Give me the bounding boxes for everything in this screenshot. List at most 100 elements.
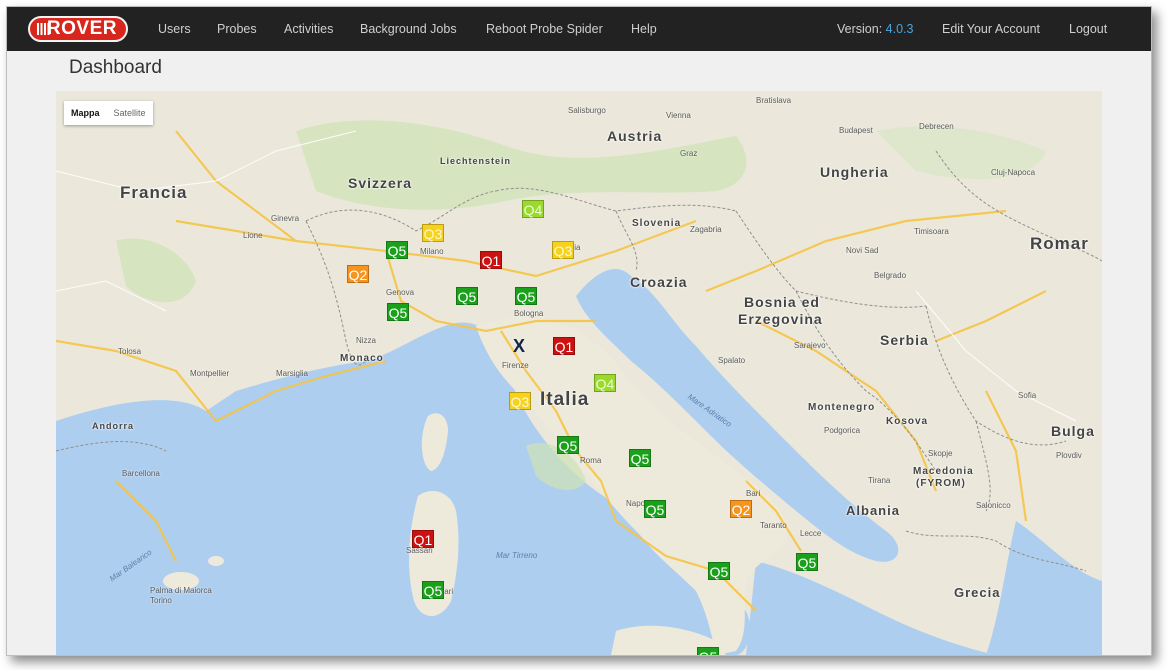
map-type-map[interactable]: Mappa (64, 101, 107, 125)
country-label: Austria (607, 128, 663, 144)
city-label: Debrecen (919, 122, 954, 131)
city-label: Milano (420, 247, 444, 256)
probe-marker[interactable]: Q5 (708, 562, 730, 580)
probe-marker[interactable]: Q5 (644, 500, 666, 518)
country-label: Grecia (954, 585, 1001, 600)
city-label: Roma (580, 456, 602, 465)
city-label: Genova (386, 288, 415, 297)
city-label: Barcellona (122, 469, 160, 478)
country-label: Francia (120, 183, 188, 202)
map-type-toggle: Mappa Satellite (64, 101, 153, 125)
country-label: Croazia (630, 274, 688, 290)
probe-marker[interactable]: Q3 (422, 224, 444, 242)
city-label: Budapest (839, 126, 873, 135)
probe-marker[interactable]: Q4 (522, 200, 544, 218)
nav-reboot-probe-spider[interactable]: Reboot Probe Spider (486, 22, 603, 36)
probe-marker[interactable]: Q5 (386, 241, 408, 259)
version-value[interactable]: 4.0.3 (886, 22, 914, 36)
probe-marker[interactable]: Q5 (697, 647, 719, 655)
probe-marker[interactable]: Q5 (456, 287, 478, 305)
probe-marker[interactable]: Q5 (515, 287, 537, 305)
probe-marker[interactable]: Q2 (730, 500, 752, 518)
country-label: Romar (1030, 234, 1089, 253)
logo-stripes-icon (37, 23, 51, 35)
city-label: Belgrado (874, 271, 907, 280)
map-type-satellite[interactable]: Satellite (107, 101, 153, 125)
city-label: Salonicco (976, 501, 1011, 510)
sea-label: Mar Tirreno (496, 551, 538, 560)
country-label: Bulga (1051, 423, 1095, 439)
top-navbar: ROVER Users Probes Activities Background… (7, 7, 1151, 51)
probe-marker[interactable]: Q1 (553, 337, 575, 355)
probe-marker[interactable]: Q5 (796, 553, 818, 571)
city-label: Novi Sad (846, 246, 879, 255)
nav-help[interactable]: Help (631, 22, 657, 36)
city-label: Podgorica (824, 426, 861, 435)
country-label: Liechtenstein (440, 156, 512, 166)
city-label: Ginevra (271, 214, 300, 223)
country-label: Svizzera (348, 175, 413, 191)
close-marker-icon[interactable]: X (510, 337, 528, 355)
nav-logout[interactable]: Logout (1069, 22, 1107, 36)
country-label: Kosova (886, 416, 929, 427)
nav-activities[interactable]: Activities (284, 22, 333, 36)
rover-logo[interactable]: ROVER (28, 16, 128, 42)
country-label: Montenegro (808, 402, 876, 413)
city-label: Marsiglia (276, 369, 309, 378)
probe-marker[interactable]: Q3 (552, 241, 574, 259)
probe-marker[interactable]: Q5 (557, 436, 579, 454)
city-label: Nizza (356, 336, 377, 345)
probe-marker[interactable]: Q4 (594, 374, 616, 392)
city-label: Bologna (514, 309, 544, 318)
city-label: Salisburgo (568, 106, 606, 115)
probe-marker[interactable]: Q5 (387, 303, 409, 321)
probe-marker[interactable]: Q5 (422, 581, 444, 599)
city-label: Taranto (760, 521, 787, 530)
city-label: Sarajevo (794, 341, 826, 350)
city-label: Firenze (502, 361, 529, 370)
city-label: Timisoara (914, 227, 949, 236)
city-label: Lione (243, 231, 263, 240)
nav-probes[interactable]: Probes (217, 22, 257, 36)
app-window: ROVER Users Probes Activities Background… (6, 6, 1152, 656)
country-label: Albania (846, 503, 900, 518)
brand-text: ROVER (46, 18, 117, 39)
version-info: Version: 4.0.3 (837, 22, 913, 36)
city-label: Palma di Maiorca (150, 586, 212, 595)
nav-edit-account[interactable]: Edit Your Account (942, 22, 1040, 36)
city-label: Zagabria (690, 225, 722, 234)
nav-users[interactable]: Users (158, 22, 191, 36)
country-label: Erzegovina (738, 311, 823, 327)
country-label: Ungheria (820, 164, 889, 180)
country-label: Slovenia (632, 218, 682, 229)
city-label: Torino (150, 596, 172, 605)
version-label: Version: (837, 22, 883, 36)
country-label: Macedonia (913, 466, 974, 477)
city-label: Sofia (1018, 391, 1037, 400)
page-title: Dashboard (69, 57, 162, 78)
country-label: Italia (540, 389, 590, 410)
country-label: Bosnia ed (744, 294, 820, 310)
city-label: Bari (746, 489, 761, 498)
city-label: Cluj-Napoca (991, 168, 1036, 177)
city-label: Lecce (800, 529, 822, 538)
nav-background-jobs[interactable]: Background Jobs (360, 22, 457, 36)
city-label: Spalato (718, 356, 746, 365)
map-view[interactable]: Mappa Satellite Francia Svizzera Austria… (56, 91, 1102, 655)
city-label: Montpellier (190, 369, 230, 378)
city-label: Graz (680, 149, 698, 158)
city-label: Tirana (868, 476, 891, 485)
city-label: Bratislava (756, 96, 792, 105)
country-label: Serbia (880, 332, 929, 348)
probe-marker[interactable]: Q1 (412, 530, 434, 548)
probe-marker[interactable]: Q2 (347, 265, 369, 283)
city-label: Tolosa (118, 347, 142, 356)
city-label: Vienna (666, 111, 691, 120)
city-label: Skopje (928, 449, 953, 458)
city-label: Plovdiv (1056, 451, 1082, 460)
probe-marker[interactable]: Q3 (509, 392, 531, 410)
probe-marker[interactable]: Q5 (629, 449, 651, 467)
country-label: Monaco (340, 353, 384, 364)
country-label: (FYROM) (916, 478, 966, 489)
probe-marker[interactable]: Q1 (480, 251, 502, 269)
